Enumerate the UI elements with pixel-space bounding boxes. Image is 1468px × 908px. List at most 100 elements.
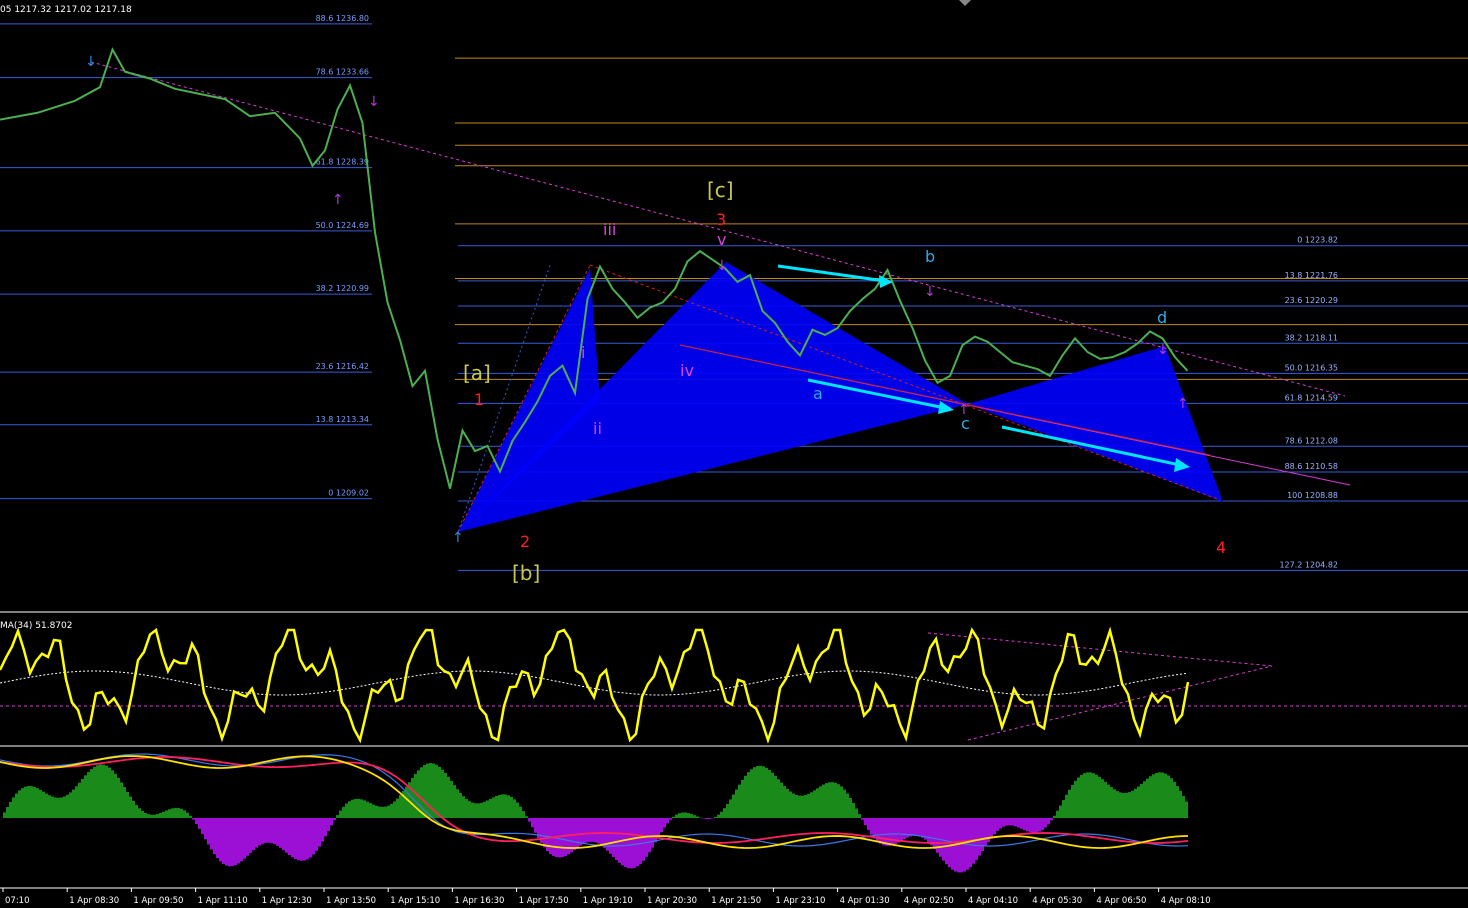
histogram-bar xyxy=(309,818,312,858)
histogram-bar xyxy=(78,782,81,818)
histogram-bar xyxy=(132,800,135,818)
histogram-bar xyxy=(270,818,273,844)
histogram-bar xyxy=(765,767,768,818)
histogram-bar xyxy=(927,818,930,843)
histogram-bar xyxy=(1077,777,1080,818)
histogram-bar xyxy=(357,798,360,818)
histogram-bar xyxy=(27,786,30,818)
histogram-bar xyxy=(249,818,252,853)
histogram-bar xyxy=(354,798,357,818)
time-label: 1 Apr 19:10 xyxy=(583,896,633,906)
histogram-bar xyxy=(837,784,840,818)
histogram-bar xyxy=(345,803,348,818)
time-label: 1 Apr 12:30 xyxy=(262,896,312,906)
histogram-bar xyxy=(483,801,486,818)
histogram-bar xyxy=(297,818,300,861)
fractal-marker: ↑ xyxy=(452,530,464,546)
histogram-bar xyxy=(1179,790,1182,818)
histogram-bar xyxy=(915,818,918,836)
histogram-bar xyxy=(732,794,735,818)
histogram-bar xyxy=(180,808,183,818)
histogram-bar xyxy=(1182,796,1185,818)
histogram-bar xyxy=(75,786,78,818)
histogram-bar xyxy=(1089,772,1092,818)
histogram-bar xyxy=(219,818,222,862)
histogram-bar xyxy=(117,777,120,818)
histogram-bar xyxy=(642,818,645,861)
histogram-bar xyxy=(807,793,810,818)
histogram-bar xyxy=(777,779,780,818)
wave-label-a-major: [a] xyxy=(463,361,491,385)
histogram-bar xyxy=(1170,778,1173,818)
histogram-bar xyxy=(90,769,93,818)
fib-left-label: 23.6 1216.42 xyxy=(316,362,369,371)
histogram-bar xyxy=(843,789,846,818)
histogram-bar xyxy=(45,793,48,818)
histogram-bar xyxy=(48,795,51,818)
histogram-bar xyxy=(1029,818,1032,833)
histogram-bar xyxy=(768,769,771,818)
histogram-bar xyxy=(852,803,855,818)
histogram-bar xyxy=(774,775,777,818)
histogram-bar xyxy=(1032,818,1035,833)
histogram-bar xyxy=(1107,784,1110,818)
histogram-bar xyxy=(522,811,525,818)
histogram-bar xyxy=(951,818,954,870)
time-label: 1 Apr 16:30 xyxy=(454,896,504,906)
histogram-bar xyxy=(267,818,270,843)
scroll-marker-icon[interactable] xyxy=(959,0,971,6)
histogram-bar xyxy=(1062,800,1065,818)
histogram-bar xyxy=(450,780,453,818)
histogram-bar xyxy=(108,767,111,818)
histogram-bar xyxy=(18,790,21,818)
histogram-bar xyxy=(447,776,450,818)
histogram-bar xyxy=(57,797,60,818)
histogram-bar xyxy=(615,818,618,861)
histogram-bar xyxy=(1086,772,1089,818)
histogram-bar xyxy=(498,794,501,818)
histogram-bar xyxy=(858,814,861,818)
histogram-bar xyxy=(72,789,75,818)
histogram-bar xyxy=(960,818,963,873)
histogram-bar xyxy=(1098,776,1101,818)
histogram-bar xyxy=(453,785,456,818)
wave-label-4: 4 xyxy=(1216,538,1226,557)
histogram-bar xyxy=(882,818,885,846)
histogram-bar xyxy=(102,764,105,818)
histogram-bar xyxy=(1026,818,1029,832)
histogram-bar xyxy=(1143,781,1146,818)
time-label: 1 Apr 15:10 xyxy=(390,896,440,906)
histogram-bar xyxy=(1149,776,1152,818)
histogram-bar xyxy=(189,815,192,818)
wave-label-iv: iv xyxy=(680,361,694,380)
time-label: 07:10 xyxy=(5,896,30,906)
wave-label-v: v xyxy=(717,230,726,249)
wave-label-2: 2 xyxy=(520,532,530,551)
time-axis: 07:10 1 Apr 08:30 1 Apr 09:50 1 Apr 11:10 1 … xyxy=(2,888,1211,906)
histogram-bar xyxy=(261,818,264,844)
fractal-marker: ↓ xyxy=(368,94,380,110)
time-label: 1 Apr 17:50 xyxy=(519,896,569,906)
histogram-bar xyxy=(1140,783,1143,818)
histogram-bar xyxy=(1173,781,1176,818)
histogram-bar xyxy=(1137,786,1140,818)
histogram-bar xyxy=(1185,801,1188,818)
wave-label-3: 3 xyxy=(716,210,726,229)
histogram-bar xyxy=(846,793,849,818)
histogram-bar xyxy=(342,806,345,818)
histogram-bar xyxy=(288,818,291,856)
histogram-bar xyxy=(240,818,243,862)
histogram-bar xyxy=(333,818,336,821)
wave-label-a-minor: a xyxy=(813,384,823,403)
histogram-bar xyxy=(576,818,579,848)
histogram-bar xyxy=(1005,818,1008,826)
histogram-bar xyxy=(1110,787,1113,818)
histogram-bar xyxy=(477,803,480,818)
time-label: 1 Apr 23:10 xyxy=(775,896,825,906)
histogram-bar xyxy=(1131,790,1134,818)
histogram-bar xyxy=(1083,773,1086,818)
histogram-bar xyxy=(435,764,438,818)
histogram-bar xyxy=(687,813,690,818)
histogram-bar xyxy=(225,818,228,866)
histogram-bar xyxy=(912,818,915,836)
